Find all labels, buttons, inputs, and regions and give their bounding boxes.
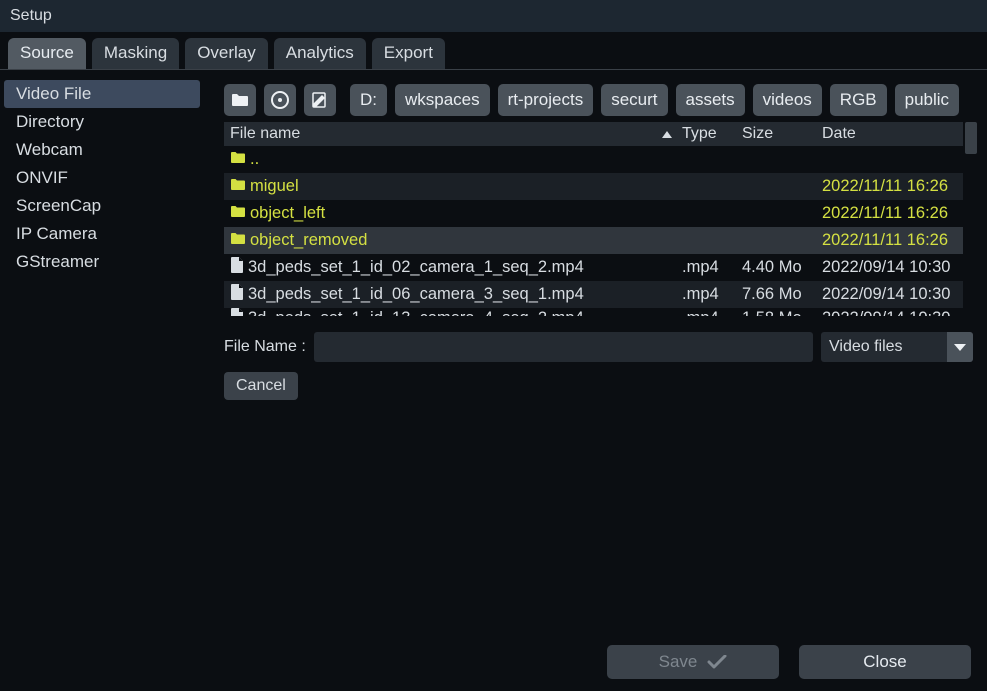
row-name: 3d_peds_set_1_id_13_camera_4_seq_2.mp4 (248, 309, 584, 317)
row-date: 2022/09/14 10:30 (822, 258, 957, 277)
column-header-date[interactable]: Date (822, 125, 957, 143)
breadcrumb-segment[interactable]: rt-projects (498, 84, 594, 116)
file-list-wrap: File name Type Size Date .. miguel 2022/11… (224, 122, 977, 324)
sidebar-item-video-file[interactable]: Video File (4, 80, 200, 108)
sidebar-item-screencap[interactable]: ScreenCap (4, 192, 200, 220)
parent-directory-row[interactable]: .. (224, 146, 963, 173)
folder-row[interactable]: miguel 2022/11/11 16:26 (224, 173, 963, 200)
row-name: object_removed (250, 231, 367, 250)
breadcrumb-segment[interactable]: RGB (830, 84, 887, 116)
sidebar-item-onvif[interactable]: ONVIF (4, 164, 200, 192)
dialog-footer: Save Close (607, 645, 971, 679)
filename-label: File Name : (224, 338, 306, 356)
source-sidebar: Video FileDirectoryWebcamONVIFScreenCapI… (4, 74, 200, 637)
row-date: 2022/11/11 16:26 (822, 177, 957, 196)
save-button[interactable]: Save (607, 645, 779, 679)
breadcrumb-segment[interactable]: videos (753, 84, 822, 116)
file-row[interactable]: 3d_peds_set_1_id_02_camera_1_seq_2.mp4 .m… (224, 254, 963, 281)
row-name: 3d_peds_set_1_id_02_camera_1_seq_2.mp4 (248, 258, 584, 277)
cancel-button[interactable]: Cancel (224, 372, 298, 400)
save-button-label: Save (659, 652, 698, 672)
row-date: 2022/11/11 16:26 (822, 231, 957, 250)
window-title: Setup (10, 7, 52, 25)
file-icon (230, 308, 244, 316)
row-name: .. (250, 150, 259, 169)
row-size: 4.40 Mo (742, 258, 822, 277)
close-button[interactable]: Close (799, 645, 971, 679)
edit-icon (311, 91, 329, 109)
folder-row[interactable]: object_left 2022/11/11 16:26 (224, 200, 963, 227)
folder-icon (230, 204, 246, 223)
file-icon (230, 257, 244, 278)
breadcrumb-trail: D:wkspacesrt-projectssecurt assetsvideosR… (350, 84, 959, 116)
row-type: .mp4 (682, 285, 742, 304)
row-type: .mp4 (682, 309, 742, 317)
row-date: 2022/09/14 10:30 (822, 309, 957, 317)
file-icon (230, 284, 244, 305)
breadcrumb-segment[interactable]: wkspaces (395, 84, 490, 116)
file-list: File name Type Size Date .. miguel 2022/11… (224, 122, 963, 324)
folder-icon-button[interactable] (224, 84, 256, 116)
scrollbar-thumb[interactable] (965, 122, 977, 154)
tab-source[interactable]: Source (8, 38, 86, 69)
row-name: 3d_peds_set_1_id_06_camera_3_seq_1.mp4 (248, 285, 584, 304)
row-size: 7.66 Mo (742, 285, 822, 304)
column-header-type[interactable]: Type (682, 125, 742, 143)
breadcrumb-segment[interactable]: D: (350, 84, 387, 116)
row-date: 2022/09/14 10:30 (822, 285, 957, 304)
main-area: Video FileDirectoryWebcamONVIFScreenCapI… (0, 70, 987, 637)
tab-analytics[interactable]: Analytics (274, 38, 366, 69)
sidebar-item-ip-camera[interactable]: IP Camera (4, 220, 200, 248)
column-header-size[interactable]: Size (742, 125, 822, 143)
disc-icon-button[interactable] (264, 84, 296, 116)
tab-overlay[interactable]: Overlay (185, 38, 268, 69)
filetype-label: Video files (829, 338, 903, 356)
tabs-bar: SourceMaskingOverlayAnalyticsExport (0, 32, 987, 70)
row-size: 1.58 Mo (742, 309, 822, 317)
breadcrumb-segment[interactable]: securt (601, 84, 667, 116)
tab-export[interactable]: Export (372, 38, 445, 69)
file-list-scrollbar[interactable] (965, 122, 977, 324)
breadcrumb-segment[interactable]: assets (676, 84, 745, 116)
folder-icon (230, 231, 246, 250)
file-browser: D:wkspacesrt-projectssecurt assetsvideosR… (200, 74, 977, 637)
file-row[interactable]: 3d_peds_set_1_id_13_camera_4_seq_2.mp4 .m… (224, 308, 963, 316)
close-button-label: Close (863, 652, 906, 672)
edit-icon-button[interactable] (304, 84, 336, 116)
tab-masking[interactable]: Masking (92, 38, 179, 69)
breadcrumb-segment[interactable]: public (895, 84, 959, 116)
sidebar-item-gstreamer[interactable]: GStreamer (4, 248, 200, 276)
file-row[interactable]: 3d_peds_set_1_id_06_camera_3_seq_1.mp4 .m… (224, 281, 963, 308)
folder-row[interactable]: object_removed 2022/11/11 16:26 (224, 227, 963, 254)
row-date: 2022/11/11 16:26 (822, 204, 957, 223)
row-type: .mp4 (682, 258, 742, 277)
filename-input[interactable] (314, 332, 813, 362)
folder-icon (230, 150, 246, 169)
row-name: miguel (250, 177, 299, 196)
checkmark-icon (707, 655, 727, 669)
sidebar-item-webcam[interactable]: Webcam (4, 136, 200, 164)
chevron-down-icon (947, 332, 973, 362)
file-rows: .. miguel 2022/11/11 16:26 object_left 2022/… (224, 146, 963, 316)
filetype-select[interactable]: Video files (821, 332, 973, 362)
folder-icon (231, 93, 249, 107)
sidebar-item-directory[interactable]: Directory (4, 108, 200, 136)
file-toolbar: D:wkspacesrt-projectssecurt assetsvideosR… (224, 84, 977, 116)
row-name: object_left (250, 204, 325, 223)
window-titlebar: Setup (0, 0, 987, 32)
disc-icon (271, 91, 289, 109)
filename-row: File Name : Video files (224, 332, 977, 362)
column-headers[interactable]: File name Type Size Date (224, 122, 963, 146)
column-header-name[interactable]: File name (230, 125, 662, 143)
folder-icon (230, 177, 246, 196)
sort-ascending-icon (662, 131, 672, 138)
